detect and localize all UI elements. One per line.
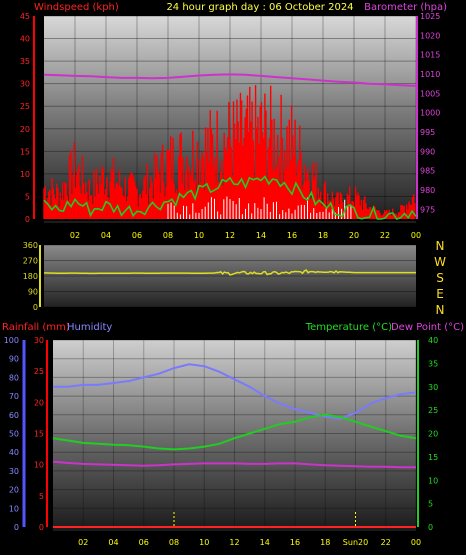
temp-ytick-label: 20 (428, 430, 438, 439)
compass-n-bottom: N (436, 303, 445, 317)
wind-xtick-label: 10 (194, 231, 204, 240)
baro-ytick-label: 980 (420, 186, 435, 195)
wind-xtick-label: 02 (70, 231, 80, 240)
lower-xtick-label: 10 (199, 538, 209, 547)
compass-e: E (436, 287, 444, 301)
dir-ytick-label: 270 (23, 257, 38, 266)
humidity-ytick-label: 10 (9, 504, 19, 513)
temp-ytick-label: 30 (428, 383, 438, 392)
temp-ytick-label: 10 (428, 476, 438, 485)
wind-xtick-label: 12 (225, 231, 235, 240)
humidity-ytick-label: 90 (9, 355, 19, 364)
baro-ytick-label: 990 (420, 147, 435, 156)
dir-ytick-label: 360 (23, 241, 38, 250)
lower-xtick-label: 12 (229, 538, 239, 547)
compass-w: W (434, 255, 446, 269)
temp-ytick-label: 25 (428, 406, 438, 415)
humidity-ytick-label: 20 (9, 486, 19, 495)
humidity-ytick-label: 30 (9, 467, 19, 476)
wind-xtick-label: 00 (411, 231, 421, 240)
rain-ytick-label: 30 (34, 336, 44, 345)
dewpoint-title: Dew Point (°C) (391, 322, 464, 333)
wind-xtick-label: 22 (380, 231, 390, 240)
wind-ytick-label: 20 (20, 125, 30, 134)
temp-ytick-label: 0 (428, 523, 433, 532)
lower-xtick-label: 04 (108, 538, 118, 547)
rain-ytick-label: 5 (39, 492, 44, 501)
rain-ytick-label: 10 (34, 461, 44, 470)
humidity-ytick-label: 50 (9, 430, 19, 439)
wind-xtick-label: 20 (349, 231, 359, 240)
temperature-title: Temperature (°C) (305, 322, 392, 333)
compass-n-top: N (436, 239, 445, 253)
lower-xtick-label: 00 (411, 538, 421, 547)
wind-xtick-label: 14 (256, 231, 266, 240)
temp-ytick-label: 40 (428, 336, 438, 345)
baro-ytick-label: 1025 (420, 12, 440, 21)
baro-ytick-label: 1015 (420, 51, 440, 60)
wind-ytick-label: 0 (25, 215, 30, 224)
compass-s: S (436, 271, 444, 285)
rain-ytick-label: 25 (34, 367, 44, 376)
rain-ytick-label: 15 (34, 430, 44, 439)
baro-ytick-label: 995 (420, 128, 435, 137)
dir-ytick-label: 0 (33, 303, 38, 312)
wind-ytick-label: 35 (20, 57, 30, 66)
wind-ytick-label: 15 (20, 147, 30, 156)
wind-xtick-label: 08 (163, 231, 173, 240)
wind-xtick-label: 06 (132, 231, 142, 240)
baro-ytick-label: 1005 (420, 89, 440, 98)
rain-ytick-label: 20 (34, 398, 44, 407)
wind-ytick-label: 5 (25, 192, 30, 201)
baro-ytick-label: 975 (420, 205, 435, 214)
temp-ytick-label: 15 (428, 453, 438, 462)
humidity-ytick-label: 100 (4, 336, 19, 345)
baro-ytick-label: 985 (420, 167, 435, 176)
temp-ytick-label: 35 (428, 359, 438, 368)
wind-xtick-label: 04 (101, 231, 111, 240)
wind-xtick-label: 16 (287, 231, 297, 240)
dir-ytick-label: 90 (28, 288, 38, 297)
baro-ytick-label: 1020 (420, 31, 440, 40)
wind-ytick-label: 40 (20, 35, 30, 44)
humidity-title: Humidity (67, 322, 112, 333)
windspeed-title: Windspeed (kph) (34, 2, 119, 13)
rain-ytick-label: 0 (39, 523, 44, 532)
lower-xtick-label: 08 (169, 538, 179, 547)
wind-ytick-label: 10 (20, 170, 30, 179)
baro-ytick-label: 1000 (420, 109, 440, 118)
humidity-ytick-label: 40 (9, 448, 19, 457)
wind-xtick-label: 18 (318, 231, 328, 240)
humidity-ytick-label: 0 (14, 523, 19, 532)
humidity-ytick-label: 80 (9, 373, 19, 382)
wind-ytick-label: 30 (20, 80, 30, 89)
temp-ytick-label: 5 (428, 500, 433, 509)
lower-xtick-label: 16 (290, 538, 300, 547)
lower-xtick-label: Sun20 (343, 538, 368, 547)
lower-xtick-label: 14 (260, 538, 270, 547)
baro-ytick-label: 1010 (420, 70, 440, 79)
dir-ytick-label: 180 (23, 272, 38, 281)
lower-xtick-label: 02 (78, 538, 88, 547)
weather-graph: Windspeed (kph) 24 hour graph day : 06 O… (2, 2, 464, 547)
humidity-ytick-label: 60 (9, 411, 19, 420)
lower-xtick-label: 18 (320, 538, 330, 547)
lower-xtick-label: 06 (139, 538, 149, 547)
wind-ytick-label: 25 (20, 102, 30, 111)
lower-xtick-label: 22 (381, 538, 391, 547)
humidity-ytick-label: 70 (9, 392, 19, 401)
wind-ytick-label: 45 (20, 12, 30, 21)
chart-date-title: 24 hour graph day : 06 October 2024 (166, 2, 353, 13)
rainfall-title: Rainfall (mm) (2, 322, 70, 333)
